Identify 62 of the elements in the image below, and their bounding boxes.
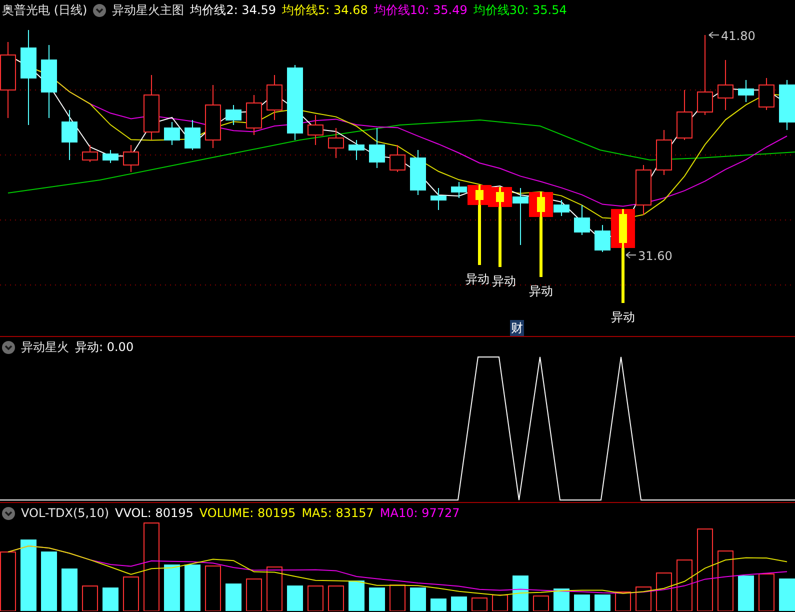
candlestick <box>390 144 406 172</box>
candlestick <box>123 144 139 172</box>
signal-line <box>478 205 481 265</box>
chevron-down-icon[interactable] <box>93 4 106 16</box>
indicator-value: 均价线10: 35.49 <box>374 2 468 18</box>
indicator-title: 异动星火 <box>21 339 69 355</box>
candlestick <box>205 84 221 148</box>
signal-candle-drawing <box>529 192 553 217</box>
candlestick <box>266 74 282 120</box>
candlestick <box>410 150 426 196</box>
signal-candle-drawing <box>488 187 512 207</box>
indicator-value: 均价线30: 35.54 <box>473 2 567 18</box>
candlestick <box>226 104 242 126</box>
indicator-value: MA10: 97727 <box>380 505 460 521</box>
candlestick <box>574 204 590 236</box>
candlestick <box>676 90 692 140</box>
indicator-value: VOLUME: 80195 <box>199 505 296 521</box>
stock-title: 奥普光电 (日线) <box>2 2 88 18</box>
signal-line <box>540 217 542 277</box>
candlestick <box>62 110 78 160</box>
indicator-value: 异动: 0.00 <box>75 339 134 355</box>
indicator-value: 均价线2: 34.59 <box>190 2 276 18</box>
signal-line <box>622 248 624 303</box>
indicator-title: 异动星火主图 <box>112 2 184 18</box>
high-price-label: 41.80 <box>721 29 756 43</box>
candlestick <box>512 188 528 246</box>
indicator-value: 均价线5: 34.68 <box>282 2 368 18</box>
chevron-down-icon[interactable] <box>2 506 15 520</box>
signal-label: 异动 <box>492 274 516 288</box>
signal-line <box>498 207 502 267</box>
chevron-down-icon[interactable] <box>2 340 15 354</box>
signal-label: 异动 <box>529 284 553 298</box>
signal-label: 异动 <box>611 310 635 324</box>
candlestick <box>718 60 734 110</box>
candlestick <box>451 182 467 198</box>
candlestick <box>144 74 160 140</box>
indicator-title: VOL-TDX(5,10) <box>21 505 110 521</box>
candlestick <box>184 120 200 150</box>
candlestick <box>738 80 754 102</box>
candlestick <box>102 150 118 164</box>
arrow-icon <box>626 252 636 258</box>
low-price-label: 31.60 <box>638 249 672 263</box>
candlestick <box>594 224 610 252</box>
candlestick <box>328 128 344 158</box>
candlestick <box>430 188 446 210</box>
candlestick <box>82 144 98 162</box>
candlestick <box>246 94 262 136</box>
candlestick <box>656 130 672 176</box>
candlestick <box>779 80 795 130</box>
candlestick <box>164 122 180 146</box>
candlestick <box>636 164 652 216</box>
candlestick <box>758 78 774 110</box>
signal-label: 异动 <box>466 272 490 286</box>
indicator-value: MA5: 83157 <box>302 505 374 521</box>
signal-candle-drawing <box>611 209 635 248</box>
finance-badge[interactable]: 财 <box>510 320 524 336</box>
candlestick <box>308 114 324 146</box>
arrow-icon <box>708 32 720 38</box>
candlestick <box>369 128 385 168</box>
candlestick <box>348 140 364 160</box>
indicator-value: VVOL: 80195 <box>115 505 194 521</box>
candlestick <box>554 200 570 216</box>
